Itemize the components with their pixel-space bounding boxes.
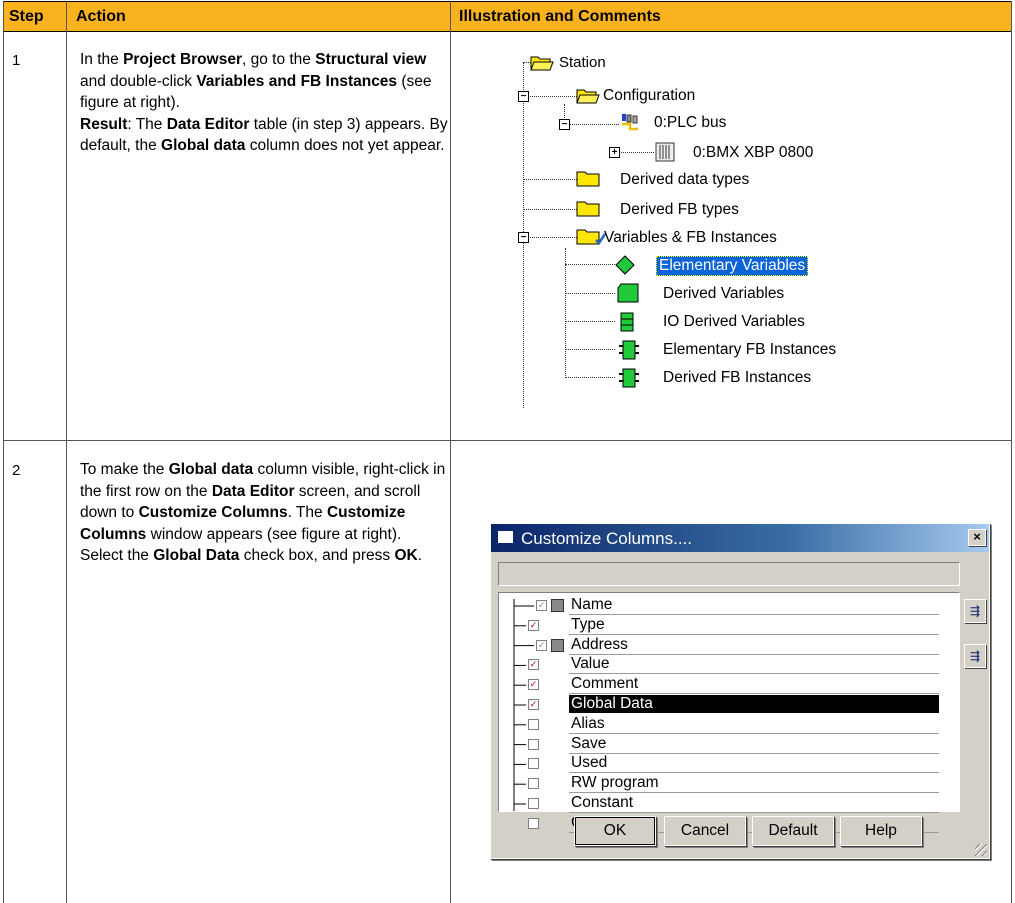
checkbox[interactable] bbox=[528, 817, 539, 829]
lock-icon bbox=[551, 599, 564, 612]
tree-item-derived-variables[interactable]: Derived Variables bbox=[663, 285, 784, 303]
checkbox[interactable]: ✓ bbox=[528, 619, 539, 631]
column-item[interactable]: RW program bbox=[499, 773, 959, 795]
folder-icon bbox=[576, 171, 600, 187]
collapse-toggle[interactable]: − bbox=[518, 91, 529, 102]
step-number: 2 bbox=[12, 462, 21, 479]
column-item[interactable]: Constant bbox=[499, 793, 959, 815]
customize-columns-dialog: Customize Columns.... × ✓ Name ✓ Type ✓ Addre… bbox=[490, 523, 990, 859]
fb-icon bbox=[619, 340, 639, 360]
column-label: Save bbox=[571, 734, 607, 752]
tree-item-elementary-fb-instances[interactable]: Elementary FB Instances bbox=[663, 341, 836, 359]
column-filter-field[interactable] bbox=[498, 562, 960, 586]
header-action: Action bbox=[76, 8, 126, 25]
columns-list[interactable]: ✓ Name ✓ Type ✓ Address ✓ Value ✓ Comment ✓ Global … bbox=[498, 592, 960, 833]
checkbox[interactable]: ✓ bbox=[536, 600, 547, 611]
lock-icon bbox=[551, 638, 564, 652]
checkbox[interactable] bbox=[528, 738, 539, 750]
checkbox[interactable] bbox=[528, 718, 539, 730]
checkbox[interactable] bbox=[528, 778, 539, 790]
tree-item-derived-fb-types[interactable]: Derived FB types bbox=[620, 201, 739, 219]
step-1-action-text: In the Project Browser, go to the Struct… bbox=[80, 51, 448, 154]
help-button[interactable]: Help bbox=[840, 816, 922, 846]
column-label: RW program bbox=[571, 774, 659, 792]
column-label: Name bbox=[571, 596, 613, 613]
bus-icon bbox=[622, 114, 638, 131]
tree-item-plc-bus[interactable]: 0:PLC bus bbox=[654, 114, 726, 132]
tree-item-configuration[interactable]: Configuration bbox=[603, 87, 695, 105]
checkbox[interactable] bbox=[528, 758, 539, 770]
variables-folder-icon bbox=[576, 229, 606, 245]
column-label: Used bbox=[571, 754, 608, 772]
project-browser-tree: − − + − Station Configuration 0:PLC bus … bbox=[517, 52, 857, 408]
collapse-toggle[interactable]: − bbox=[518, 232, 529, 243]
step-2-action-text: To make the Global data column visible, … bbox=[80, 461, 446, 564]
checkbox[interactable] bbox=[528, 798, 539, 809]
column-item[interactable]: ✓ Global Data bbox=[499, 694, 959, 716]
tree-item-derived-data-types[interactable]: Derived data types bbox=[620, 171, 749, 189]
rack-icon bbox=[655, 142, 675, 162]
checkbox[interactable]: ✓ bbox=[528, 659, 539, 671]
tree-item-elementary-variables[interactable]: Elementary Variables bbox=[656, 256, 809, 276]
ok-button[interactable]: OK bbox=[574, 816, 656, 846]
resize-grip-icon[interactable] bbox=[975, 844, 987, 856]
column-label: Alias bbox=[571, 714, 605, 732]
column-item[interactable]: Used bbox=[499, 753, 959, 775]
dialog-title: Customize Columns.... bbox=[521, 529, 692, 548]
column-label: Constant bbox=[571, 794, 634, 811]
tree-item-station[interactable]: Station bbox=[559, 54, 606, 71]
diamond-icon bbox=[615, 255, 635, 275]
header-illustration: Illustration and Comments bbox=[459, 8, 661, 25]
column-label: Global Data bbox=[569, 695, 939, 713]
column-item[interactable]: ✓ Comment bbox=[499, 674, 959, 696]
open-folder-icon bbox=[576, 89, 600, 104]
dialog-title-bar[interactable]: Customize Columns.... × bbox=[491, 524, 989, 552]
expand-toggle[interactable]: + bbox=[609, 147, 620, 158]
shape-icon bbox=[617, 283, 639, 303]
io-icon bbox=[620, 312, 634, 332]
header-step: Step bbox=[9, 8, 44, 25]
column-label: Value bbox=[571, 655, 610, 673]
folder-icon bbox=[576, 201, 600, 217]
column-item[interactable]: ✓ Value bbox=[499, 654, 959, 676]
default-button[interactable]: Default bbox=[752, 816, 834, 846]
column-item[interactable]: ✓ Type bbox=[499, 615, 959, 637]
cancel-button[interactable]: Cancel bbox=[664, 816, 746, 846]
column-item[interactable]: ✓ Address bbox=[499, 635, 959, 657]
window-icon bbox=[498, 531, 513, 543]
checkbox[interactable]: ✓ bbox=[528, 699, 539, 710]
checkbox[interactable]: ✓ bbox=[528, 679, 539, 691]
move-down-button[interactable]: ⇶ bbox=[964, 644, 986, 668]
tree-item-io-derived-variables[interactable]: IO Derived Variables bbox=[663, 313, 805, 331]
column-item[interactable]: ✓ Name bbox=[499, 595, 959, 617]
table-header: Step Action Illustration and Comments bbox=[3, 1, 1012, 32]
tree-item-bmx[interactable]: 0:BMX XBP 0800 bbox=[693, 144, 813, 162]
fb-icon bbox=[619, 368, 639, 388]
column-item[interactable]: Alias bbox=[499, 714, 959, 736]
open-folder-icon bbox=[530, 56, 554, 71]
column-label: Type bbox=[571, 615, 605, 633]
column-item[interactable]: Save bbox=[499, 734, 959, 756]
column-label: Address bbox=[571, 635, 628, 653]
collapse-toggle[interactable]: − bbox=[559, 119, 570, 130]
close-icon[interactable]: × bbox=[968, 529, 986, 546]
checkbox[interactable]: ✓ bbox=[536, 639, 547, 651]
step-number: 1 bbox=[12, 52, 21, 69]
column-label: Comment bbox=[571, 675, 639, 693]
move-up-button[interactable]: ⇶ bbox=[964, 599, 986, 623]
tree-item-derived-fb-instances[interactable]: Derived FB Instances bbox=[663, 369, 811, 387]
tree-item-variables[interactable]: Variables & FB Instances bbox=[604, 229, 777, 247]
